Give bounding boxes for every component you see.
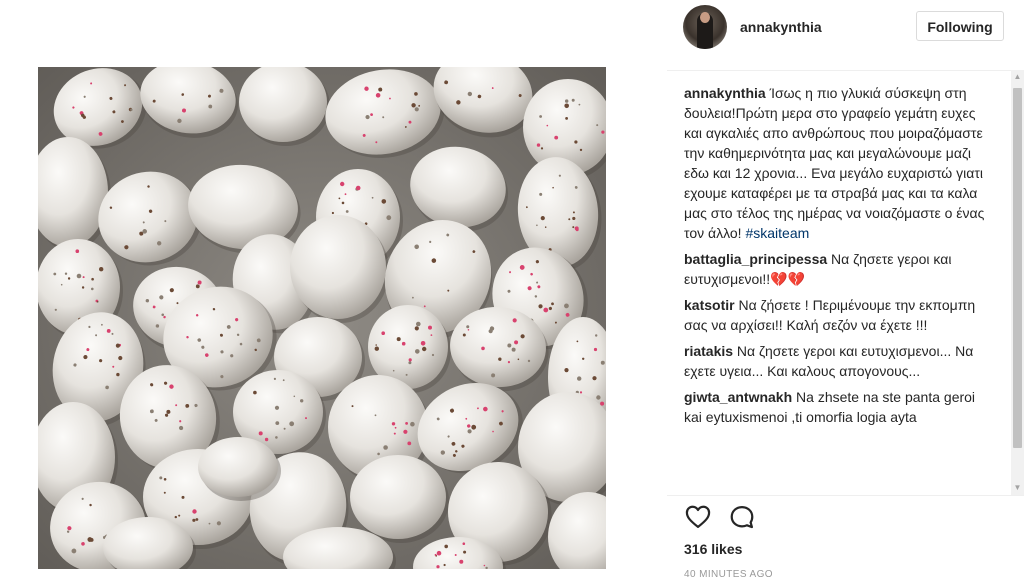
header-username[interactable]: annakynthia — [740, 19, 822, 35]
hashtag-link[interactable]: #skaiteam — [745, 225, 809, 241]
comment-username[interactable]: giwta_antwnakh — [684, 389, 792, 405]
post-timestamp[interactable]: 40 MINUTES AGO — [684, 569, 773, 580]
comment-username[interactable]: riatakis — [684, 343, 733, 359]
action-bar — [684, 503, 884, 533]
eggs-image — [38, 67, 606, 569]
scroll-down-arrow-icon[interactable]: ▼ — [1011, 481, 1024, 495]
scroll-thumb[interactable] — [1013, 88, 1022, 448]
post-header: annakynthia Following — [667, 0, 1024, 71]
heart-icon[interactable] — [684, 503, 712, 531]
divider — [667, 495, 1024, 496]
comment-item: battaglia_principessa Να ζησετε γεροι κα… — [684, 249, 988, 289]
speech-bubble-icon[interactable] — [728, 503, 756, 531]
following-button[interactable]: Following — [916, 11, 1004, 41]
post-photo[interactable] — [38, 67, 606, 569]
comment-text: Ίσως η πιο γλυκιά σύσκεψη στη δουλεια!Πρ… — [684, 85, 985, 241]
avatar[interactable] — [683, 5, 727, 49]
comment-username[interactable]: annakynthia — [684, 85, 766, 101]
comment-username[interactable]: katsotir — [684, 297, 735, 313]
comment-item: katsotir Να ζήσετε ! Περιμένουμε την εκπ… — [684, 295, 988, 335]
comment-caption: annakynthia Ίσως η πιο γλυκιά σύσκεψη στ… — [684, 83, 988, 243]
comment-item: giwta_antwnakh Na zhsete na ste panta ge… — [684, 387, 988, 427]
scroll-up-arrow-icon[interactable]: ▲ — [1011, 70, 1024, 84]
comments-scrollbar[interactable]: ▲ ▼ — [1011, 70, 1024, 495]
comments-list: annakynthia Ίσως η πιο γλυκιά σύσκεψη στ… — [684, 83, 988, 495]
likes-count[interactable]: 316 likes — [684, 541, 742, 557]
comment-item: riatakis Να ζησετε γεροι και ευτυχισμενο… — [684, 341, 988, 381]
comment-username[interactable]: battaglia_principessa — [684, 251, 827, 267]
